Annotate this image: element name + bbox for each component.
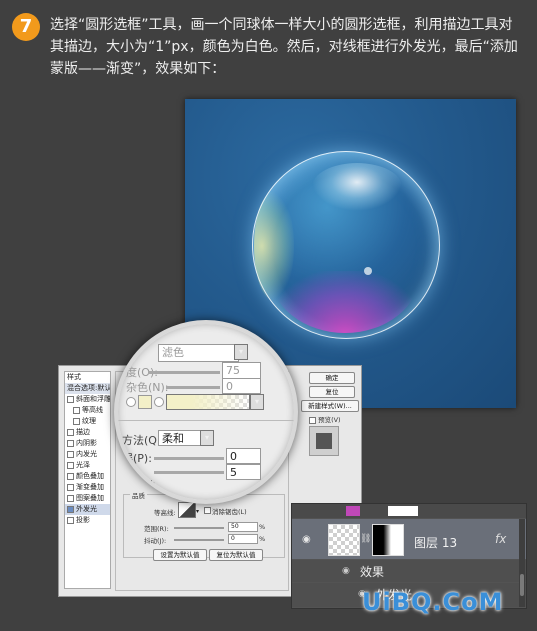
style-item-stroke[interactable]: 描边 [65, 427, 110, 438]
spread-label: 展(P): [122, 452, 152, 465]
jitter-slider[interactable] [174, 539, 224, 541]
jitter-percent: % [259, 535, 266, 543]
layer-mask-above [388, 506, 418, 516]
noise-input[interactable]: 0 [222, 378, 261, 394]
checkbox[interactable] [73, 417, 80, 425]
style-item-texture[interactable]: 纹理 [65, 416, 110, 427]
checkbox[interactable] [67, 428, 74, 436]
spread-input[interactable]: 0 [226, 448, 261, 464]
size-input[interactable]: 5 [226, 464, 261, 480]
range-input[interactable]: 50 [228, 522, 258, 532]
section-divider [118, 420, 294, 421]
step-number-badge: 7 [12, 13, 40, 41]
glow-color-swatch[interactable] [138, 395, 152, 409]
contour-picker[interactable] [178, 502, 196, 518]
layer-thumbnail-above [346, 506, 360, 516]
effects-row[interactable]: ◉ 效果 [292, 560, 526, 582]
effects-label: 效果 [360, 565, 385, 579]
scrollbar-thumb[interactable] [520, 574, 524, 596]
reset-default-button[interactable]: 复位为默认值 [209, 549, 263, 561]
contour-dropdown-icon[interactable]: ▾ [196, 508, 199, 515]
spread-slider[interactable] [154, 457, 224, 460]
styles-list: 样式 混合选项:默认 斜面和浮雕 等高线 纹理 描边 内阴影 内发光 光泽 颜色… [64, 371, 111, 589]
range-slider[interactable] [174, 527, 224, 529]
checkbox[interactable] [67, 483, 74, 491]
layer-name[interactable]: 图层 13 [414, 534, 457, 551]
ok-button[interactable]: 确定 [309, 372, 355, 384]
eye-icon[interactable]: ◉ [302, 534, 311, 545]
magnifier-zoom: 滤色 ▾ 度(O): 75 杂色(N): 0 ▾ 方法(Q): 柔和 ▾ 展(P… [114, 320, 298, 504]
gradient-radio[interactable] [154, 397, 164, 407]
checkbox[interactable] [67, 450, 74, 458]
watermark-logo: UiBQ.CoM [362, 588, 504, 616]
layer-mask-thumbnail[interactable] [372, 524, 404, 556]
style-item-outer-glow[interactable]: 外发光 [65, 504, 110, 515]
noise-label: 杂色(N): [126, 381, 169, 394]
range-percent: % [259, 523, 266, 531]
layers-scrollbar[interactable] [519, 519, 525, 607]
range-label: 范围(R): [144, 525, 169, 533]
checkbox[interactable] [67, 439, 74, 447]
quality-label: 品质 [130, 490, 147, 500]
style-item-satin[interactable]: 光泽 [65, 460, 110, 471]
style-item-inner-shadow[interactable]: 内阴影 [65, 438, 110, 449]
blend-mode-select[interactable]: 滤色 [158, 344, 239, 362]
checkbox[interactable] [73, 406, 80, 414]
style-item-drop-shadow[interactable]: 投影 [65, 515, 110, 526]
preview-checkbox-row[interactable]: 预览(V) [309, 414, 341, 424]
checkbox[interactable] [67, 472, 74, 480]
antialias-checkbox[interactable] [204, 507, 211, 514]
opacity-slider[interactable] [148, 371, 220, 374]
preview-checkbox[interactable] [309, 416, 316, 424]
set-default-button[interactable]: 设置为默认值 [153, 549, 207, 561]
fx-icon[interactable]: fx [495, 532, 506, 546]
checkbox[interactable] [67, 461, 74, 469]
checkbox[interactable] [67, 395, 74, 403]
blend-options-item[interactable]: 混合选项:默认 [65, 383, 110, 394]
style-preview-swatch [309, 426, 339, 456]
chain-link-icon[interactable]: ⛓ [360, 534, 371, 544]
technique-dropdown-icon[interactable]: ▾ [200, 430, 214, 446]
style-item-contour[interactable]: 等高线 [65, 405, 110, 416]
color-radio[interactable] [126, 397, 136, 407]
cancel-button[interactable]: 复位 [309, 386, 355, 398]
jitter-input[interactable]: 0 [228, 534, 258, 544]
style-item-inner-glow[interactable]: 内发光 [65, 449, 110, 460]
style-item-color-overlay[interactable]: 颜色叠加 [65, 471, 110, 482]
checkbox[interactable] [67, 516, 74, 524]
blend-mode-dropdown-icon[interactable]: ▾ [234, 344, 248, 360]
technique-select[interactable]: 柔和 [158, 430, 203, 446]
bubble-stroke [252, 151, 440, 339]
instruction-text: 选择“圆形选框”工具，画一个同球体一样大小的圆形选框，利用描边工具对其描边，大小… [50, 17, 518, 77]
bubble-image [252, 151, 440, 339]
style-item-bevel[interactable]: 斜面和浮雕 [65, 394, 110, 405]
noise-slider[interactable] [166, 386, 220, 389]
styles-header: 样式 [67, 373, 81, 381]
checkbox-checked[interactable] [67, 505, 74, 513]
jitter-label: 抖动(J): [144, 537, 167, 545]
antialias-label: 消除锯齿(L) [212, 508, 247, 516]
gradient-dropdown-icon[interactable]: ▾ [250, 394, 264, 410]
size-slider[interactable] [154, 471, 224, 474]
style-item-pattern-overlay[interactable]: 图案叠加 [65, 493, 110, 504]
layers-top-strip [292, 504, 526, 518]
gradient-picker[interactable] [166, 394, 250, 410]
effects-eye-icon[interactable]: ◉ [342, 566, 350, 576]
contour-label: 等高线: [154, 509, 176, 517]
size-label: 大小 [138, 481, 157, 491]
checkbox[interactable] [67, 494, 74, 502]
new-style-button[interactable]: 新建样式(W)... [301, 400, 359, 412]
style-item-gradient-overlay[interactable]: 渐变叠加 [65, 482, 110, 493]
layer-thumbnail[interactable] [328, 524, 360, 556]
preview-label: 预览(V) [318, 416, 341, 424]
